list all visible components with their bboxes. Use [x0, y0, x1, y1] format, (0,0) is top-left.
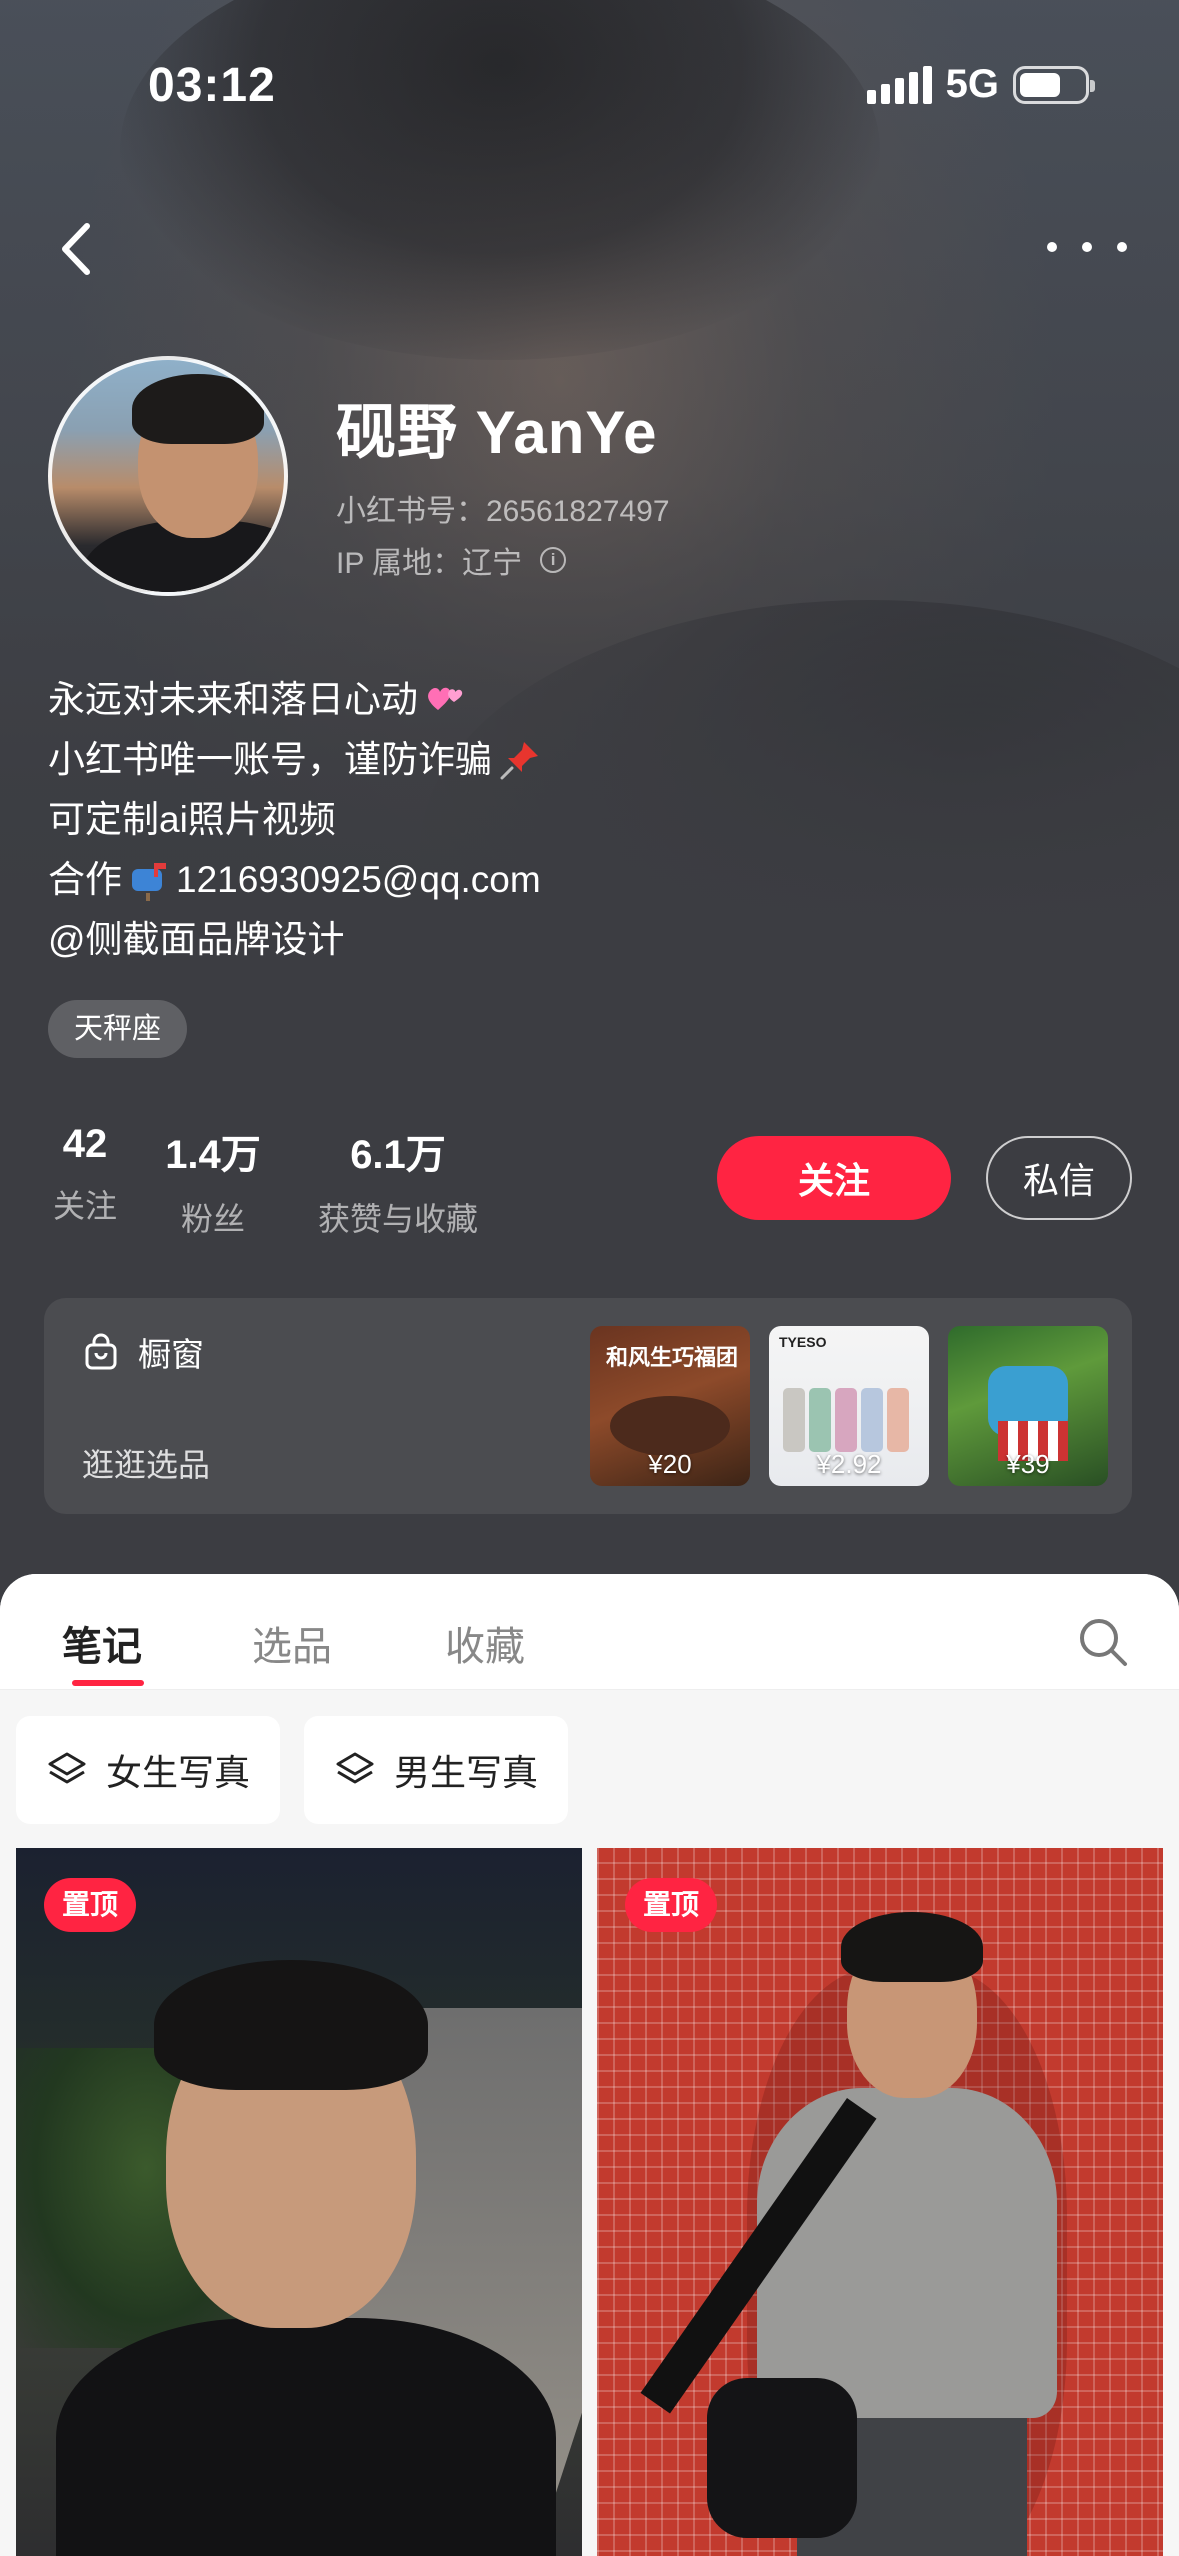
- note-card[interactable]: 置顶: [16, 1848, 582, 2556]
- avatar[interactable]: [48, 356, 288, 596]
- collection-chip-male[interactable]: 男生写真: [304, 1716, 569, 1824]
- signal-icon: [866, 65, 932, 104]
- stat-likes-saves[interactable]: 6.1万 获赞与收藏: [306, 1122, 490, 1240]
- stat-value: 6.1万: [350, 1133, 446, 1177]
- product-caption: 和风生巧福团: [606, 1345, 739, 1370]
- stat-value: 42: [62, 1122, 108, 1166]
- ip-location-label: IP 属地：辽宁: [336, 547, 523, 580]
- bio-line-text: 小红书唯一账号，谨防诈骗: [48, 739, 492, 780]
- bio-line-text: 永远对未来和落日心动: [48, 679, 418, 720]
- note-card[interactable]: 置顶: [597, 1848, 1163, 2556]
- tab-favorites[interactable]: 收藏: [445, 1614, 525, 1672]
- pinned-badge: 置顶: [44, 1878, 137, 1932]
- bio-line: 小红书唯一账号，谨防诈骗: [48, 730, 542, 790]
- bio-line: 永远对未来和落日心动: [48, 670, 542, 730]
- bio-line: 可定制ai照片视频: [48, 790, 542, 850]
- search-icon[interactable]: [1075, 1614, 1131, 1670]
- network-label: 5G: [945, 62, 999, 106]
- more-button[interactable]: [1047, 222, 1127, 272]
- collection-chip-female[interactable]: 女生写真: [16, 1716, 281, 1824]
- note-image: [56, 2318, 556, 2556]
- bio-line: @侧截面品牌设计: [48, 910, 542, 970]
- bio-line-text: 可定制ai照片视频: [48, 799, 336, 840]
- content-panel: 笔记 选品 收藏 女生写真 男生写真 置顶 置顶: [0, 1574, 1179, 2556]
- bio-mention-link[interactable]: @侧截面品牌设计: [48, 910, 345, 970]
- chip-label: 女生写真: [106, 1752, 251, 1793]
- profile-bio: 永远对未来和落日心动 小红书唯一账号，谨防诈骗 可定制ai照片视频 合作 121…: [48, 670, 542, 970]
- back-button[interactable]: [46, 214, 106, 284]
- stat-label: 获赞与收藏: [317, 1201, 478, 1237]
- tab-notes[interactable]: 笔记: [62, 1614, 142, 1672]
- pinned-badge: 置顶: [625, 1878, 718, 1932]
- bio-line-text: 合作: [48, 859, 122, 900]
- shop-header: 橱窗: [84, 1328, 204, 1376]
- note-image: [757, 2088, 1057, 2418]
- profile-name: 砚野 YanYe: [336, 399, 658, 466]
- status-time: 03:12: [148, 59, 276, 112]
- layers-icon: [48, 1752, 86, 1784]
- profile-id[interactable]: 小红书号：26561827497: [336, 486, 670, 530]
- stat-label: 关注: [52, 1188, 117, 1224]
- stat-followers[interactable]: 1.4万 粉丝: [158, 1122, 268, 1240]
- bio-line: 合作 1216930925@qq.com: [48, 850, 542, 910]
- hearts-emoji-icon: [428, 687, 463, 710]
- chevron-left-icon: [62, 223, 90, 275]
- bio-email[interactable]: 1216930925@qq.com: [176, 850, 541, 910]
- more-dots-icon: [1047, 242, 1057, 252]
- status-indicators: 5G: [866, 62, 1095, 107]
- product-price: ¥2.92: [816, 1449, 882, 1479]
- follow-button[interactable]: 关注: [717, 1136, 951, 1220]
- layers-icon: [336, 1752, 374, 1784]
- product-price: ¥20: [648, 1449, 692, 1479]
- ip-location: IP 属地：辽宁 i: [336, 538, 567, 582]
- tab-bar: 笔记 选品 收藏: [0, 1574, 1179, 1690]
- product-brand: TYESO: [779, 1334, 827, 1350]
- battery-icon: [1013, 65, 1095, 104]
- profile-header: 03:12 5G 砚野 YanYe 小红书号：26561827497 IP 属地…: [0, 0, 1179, 1620]
- product-image: [610, 1396, 730, 1456]
- shop-product[interactable]: ¥39: [948, 1326, 1108, 1486]
- collection-chips: 女生写真 男生写真: [0, 1716, 569, 1824]
- shop-title: 橱窗: [138, 1336, 204, 1373]
- info-icon[interactable]: i: [540, 547, 567, 573]
- message-button[interactable]: 私信: [986, 1136, 1132, 1220]
- shop-product[interactable]: 和风生巧福团 ¥20: [590, 1326, 750, 1486]
- shop-subtitle: 逛逛选品: [82, 1447, 211, 1483]
- tab-indicator: [72, 1680, 144, 1686]
- stat-following[interactable]: 42 关注: [52, 1122, 118, 1227]
- pushpin-emoji-icon: [500, 742, 538, 780]
- stat-value: 1.4万: [165, 1133, 261, 1177]
- stat-label: 粉丝: [180, 1201, 245, 1237]
- shop-window[interactable]: 橱窗 逛逛选品 和风生巧福团 ¥20 TYESO ¥2.92 ¥39: [44, 1298, 1132, 1514]
- product-price: ¥39: [1006, 1449, 1050, 1479]
- tab-picks[interactable]: 选品: [252, 1614, 332, 1672]
- bag-icon: [85, 1333, 117, 1370]
- zodiac-tag: 天秤座: [48, 1000, 188, 1058]
- shop-product[interactable]: TYESO ¥2.92: [769, 1326, 929, 1486]
- mailbox-emoji-icon: [132, 863, 166, 901]
- chip-label: 男生写真: [394, 1752, 539, 1793]
